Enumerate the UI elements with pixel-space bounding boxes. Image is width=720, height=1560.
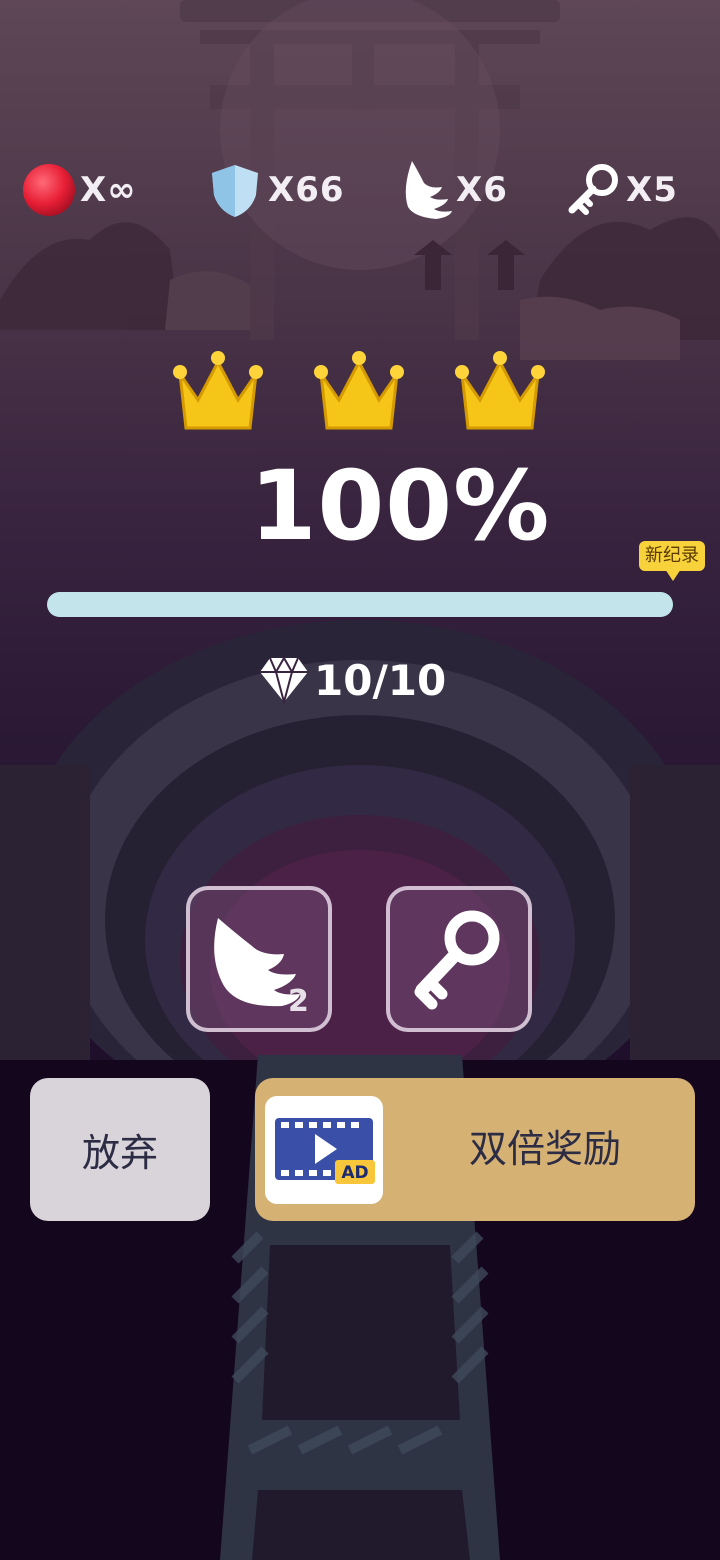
wings-count: X6 [456,170,508,210]
crown-rating [168,340,552,440]
keys-count: X5 [626,170,678,210]
key-icon [414,910,500,1010]
hud-wings: X6 [400,160,508,220]
hud-shields: X66 [206,160,345,220]
quit-button[interactable]: 放弃 [30,1078,210,1221]
gem-counter: 10/10 [258,650,446,710]
progress-fill [47,592,673,617]
powerup-key-tile[interactable] [386,886,532,1032]
new-record-badge: 新纪录 [639,541,705,585]
gems-count: 10/10 [314,655,447,705]
hud-lives: X∞ [22,160,137,220]
hud-keys: X5 [566,160,678,220]
wing-icon [405,161,452,219]
crown-icon [455,351,545,430]
diamond-icon [260,656,308,704]
double-reward-button[interactable]: AD 双倍奖励 [255,1078,695,1221]
crown-icon [173,351,263,430]
shield-icon [212,165,258,217]
wing-powerup-badge: 2 [288,984,309,1019]
crown-icon [314,351,404,430]
double-reward-label: 双倍奖励 [468,1127,621,1171]
background-scene [0,0,720,1560]
completion-percent: 100% [249,450,551,562]
new-record-label: 新纪录 [639,541,705,571]
key-icon [568,164,618,215]
ad-badge-label: AD [341,1163,368,1183]
powerup-wing-tile[interactable]: 2 [186,886,332,1032]
video-ad-icon: AD [265,1096,383,1204]
red-ball-icon [23,164,75,216]
video-ad-icon: AD [275,1118,375,1184]
lives-count: X∞ [80,170,137,210]
shields-count: X66 [268,170,345,210]
progress-bar [47,592,673,617]
badge-tail [665,569,681,581]
